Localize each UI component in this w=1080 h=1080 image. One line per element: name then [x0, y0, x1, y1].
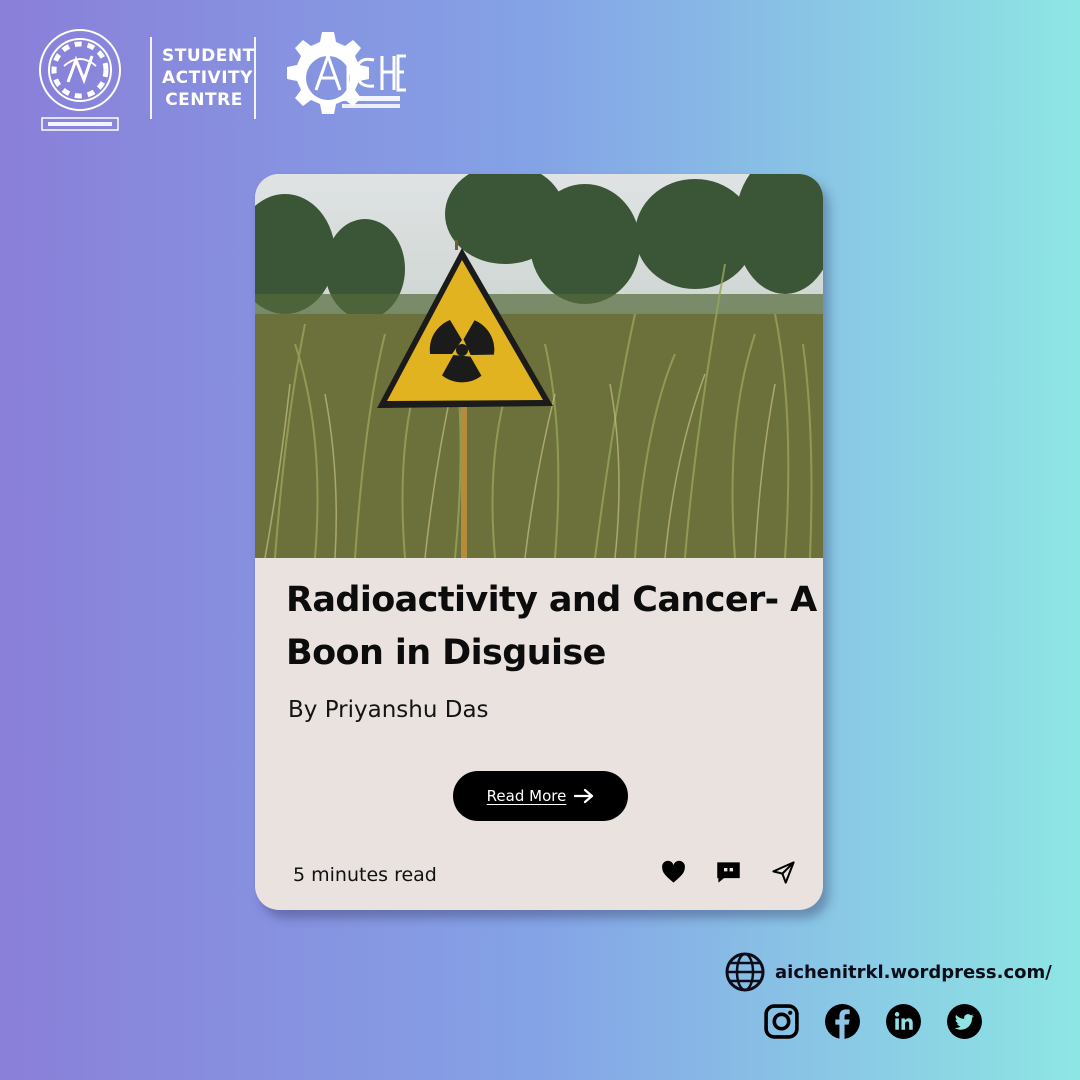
website-link[interactable]: aichenitrkl.wordpress.com/ [725, 952, 1052, 992]
card-actions [660, 859, 797, 886]
divider [150, 37, 152, 119]
twitter-icon[interactable] [946, 1003, 983, 1040]
comment-icon[interactable] [715, 859, 742, 886]
share-icon[interactable] [770, 859, 797, 886]
radiation-sign-photo [255, 174, 823, 558]
article-author: By Priyanshu Das [288, 697, 489, 723]
aiche-logo [270, 22, 410, 134]
social-links [763, 1003, 983, 1040]
globe-icon [725, 952, 765, 992]
sac-line: STUDENT [162, 46, 255, 66]
article-card: Radioactivity and Cancer- A Boon in Disg… [255, 174, 823, 910]
heart-icon[interactable] [660, 859, 687, 886]
sac-line: CENTRE [165, 90, 243, 110]
instagram-icon[interactable] [763, 1003, 800, 1040]
student-activity-centre-label: STUDENT ACTIVITY CENTRE [162, 45, 255, 111]
article-title: Radioactivity and Cancer- A Boon in Disg… [286, 580, 817, 673]
linkedin-icon[interactable] [885, 1003, 922, 1040]
nit-rourkela-logo [24, 22, 136, 134]
read-time: 5 minutes read [293, 864, 437, 886]
facebook-icon[interactable] [824, 1003, 861, 1040]
divider [254, 37, 256, 119]
arrow-right-icon [574, 788, 594, 804]
read-more-button[interactable]: Read More [453, 771, 628, 821]
header: STUDENT ACTIVITY CENTRE [24, 22, 410, 134]
website-url: aichenitrkl.wordpress.com/ [775, 961, 1052, 983]
sac-line: ACTIVITY [162, 68, 253, 88]
read-more-label: Read More [486, 787, 567, 805]
